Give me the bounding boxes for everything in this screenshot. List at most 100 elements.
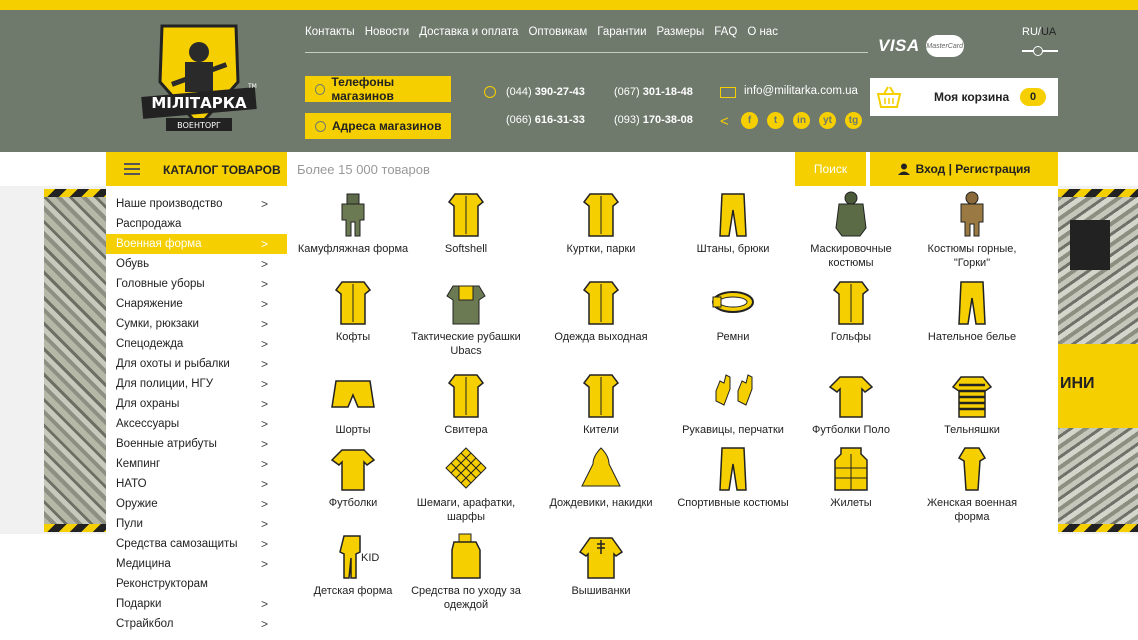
sidebar-item[interactable]: Для полиции, НГУ > [106,374,287,394]
store-addresses-button[interactable]: Адреса магазинов [305,113,451,139]
nav-link-contacts[interactable]: Контакты [305,26,355,38]
subcategory-label: Свитера [444,424,488,436]
subcategory-label: Шемаги, арафатки, шарфы [416,497,516,523]
subcategory-tile[interactable]: Вышиванки [537,532,665,598]
subcategory-tile[interactable]: Жилеты [787,444,915,510]
banner-dark-panel [1070,220,1110,270]
site-logo[interactable]: МІЛІТАРКА ВОЕНТОРГ TM [140,22,258,142]
nav-link-delivery[interactable]: Доставка и оплата [419,26,518,38]
subcategory-tile[interactable]: Куртки, парки [537,190,665,256]
nav-link-sizes[interactable]: Размеры [657,26,705,38]
subcategory-label: Рукавицы, перчатки [682,424,784,436]
subcategory-tile[interactable]: Дождевики, накидки [537,444,665,510]
sidebar-item[interactable]: Наше производство > [106,194,287,214]
sidebar-item[interactable]: Головные уборы > [106,274,287,294]
subcategory-tile[interactable]: Маскировочные костюмы [787,190,915,270]
facebook-icon[interactable]: f [741,112,758,129]
sidebar-item[interactable]: Оружие > [106,494,287,514]
instagram-icon[interactable]: in [793,112,810,129]
basket-icon [876,86,902,108]
subcategory-tile[interactable]: Кофты [289,278,417,344]
phone-number-2[interactable]: (067) 301-18-48 [614,86,693,98]
sidebar-item[interactable]: НАТО > [106,474,287,494]
chevron-right-icon: > [260,237,268,251]
subcategory-tile[interactable]: Рукавицы, перчатки [669,371,797,437]
twitter-icon[interactable]: t [767,112,784,129]
subcategory-tile[interactable]: Шорты [289,371,417,437]
subcategory-tile[interactable]: Костюмы горные, "Горки" [908,190,1036,270]
nav-link-about[interactable]: О нас [747,26,778,38]
jacket-icon [537,190,665,238]
sidebar-item-label: Для охраны [116,398,180,410]
visa-logo: VISA [878,36,920,55]
language-switch[interactable]: RU/UA [1022,26,1056,38]
youtube-icon[interactable]: yt [819,112,836,129]
subcategory-tile[interactable]: Одежда выходная [537,278,665,344]
sidebar-item[interactable]: Для охоты и рыбалки > [106,354,287,374]
subcategory-tile[interactable]: Свитера [402,371,530,437]
nav-link-wholesale[interactable]: Оптовикам [528,26,587,38]
phone-number-1[interactable]: (044) 390-27-43 [506,86,585,98]
sidebar-item[interactable]: Снаряжение > [106,294,287,314]
store-phones-button[interactable]: Телефоны магазинов [305,75,451,103]
subcategory-label: Куртки, парки [566,243,636,255]
lang-ru[interactable]: RU [1022,26,1038,38]
subcategory-tile[interactable]: Шемаги, арафатки, шарфы [402,444,530,524]
cart-button[interactable]: Моя корзина 0 [870,78,1058,116]
search-button[interactable]: Поиск [795,152,866,186]
subcategory-tile[interactable]: Тельняшки [908,371,1036,437]
category-sidebar: Наше производство > Распродажа Военная форм… [106,186,287,640]
subcategory-tile[interactable]: Softshell [402,190,530,256]
sidebar-item[interactable]: Спецодежда > [106,334,287,354]
nav-link-guarantees[interactable]: Гарантии [597,26,646,38]
subcategory-tile[interactable]: Футболки Поло [787,371,915,437]
sidebar-item[interactable]: Реконструкторам [106,574,287,594]
sidebar-item[interactable]: Обувь > [106,254,287,274]
subcategory-tile[interactable]: Футболки [289,444,417,510]
subcategory-tile[interactable]: Кители [537,371,665,437]
sweater-icon [402,371,530,419]
cart-count-badge: 0 [1020,88,1046,106]
subcategory-label: Штаны, брюки [696,243,770,255]
search-input[interactable]: Более 15 000 товаров [287,152,795,186]
vest-icon [787,444,915,492]
subcategory-tile[interactable]: Гольфы [787,278,915,344]
sidebar-item[interactable]: Для охраны > [106,394,287,414]
sidebar-item[interactable]: Сумки, рюкзаки > [106,314,287,334]
subcategory-tile[interactable]: Камуфляжная форма [289,190,417,256]
sidebar-item[interactable]: Пули > [106,514,287,534]
subcategory-tile[interactable]: Тактические рубашки Ubacs [402,278,530,358]
sidebar-item[interactable]: Подарки > [106,594,287,614]
lang-ua[interactable]: UA [1041,26,1056,38]
telegram-icon[interactable]: tg [845,112,862,129]
sidebar-item[interactable]: Средства самозащиты > [106,534,287,554]
login-register-button[interactable]: Вход | Регистрация [870,152,1058,186]
subcategory-tile[interactable]: KID Детская форма [289,532,417,598]
sidebar-item[interactable]: Военная форма > [106,234,287,254]
phone-number-4[interactable]: (093) 170-38-08 [614,114,693,126]
sidebar-item-label: Оружие [116,498,158,510]
subcategory-tile[interactable]: Женская военная форма [908,444,1036,524]
tactical-shirt-icon [402,278,530,326]
catalog-toggle[interactable]: КАТАЛОГ ТОВАРОВ [106,152,287,186]
subcategory-tile[interactable]: Нательное белье [908,278,1036,344]
sidebar-item[interactable]: Аксессуары > [106,414,287,434]
phone-number-3[interactable]: (066) 616-31-33 [506,114,585,126]
nav-link-faq[interactable]: FAQ [714,26,737,38]
subcategory-tile[interactable]: Штаны, брюки [669,190,797,256]
subcategory-tile[interactable]: Спортивные костюмы [669,444,797,510]
subcategory-label: Шорты [335,424,371,436]
logo-subtext: ВОЕНТОРГ [177,121,221,130]
sidebar-item[interactable]: Страйкбол > [106,614,287,634]
sidebar-item[interactable]: Кемпинг > [106,454,287,474]
sidebar-item[interactable]: Медицина > [106,554,287,574]
sidebar-item[interactable]: Распродажа [106,214,287,234]
raincoat-icon [537,444,665,492]
subcategory-label: Вышиванки [571,585,631,597]
sidebar-item[interactable]: Военные атрибуты > [106,434,287,454]
language-toggle-slider[interactable] [1022,46,1058,56]
email-link[interactable]: info@militarka.com.ua [744,85,858,97]
nav-link-news[interactable]: Новости [365,26,410,38]
subcategory-tile[interactable]: Средства по уходу за одеждой [402,532,530,612]
subcategory-tile[interactable]: Ремни [669,278,797,344]
